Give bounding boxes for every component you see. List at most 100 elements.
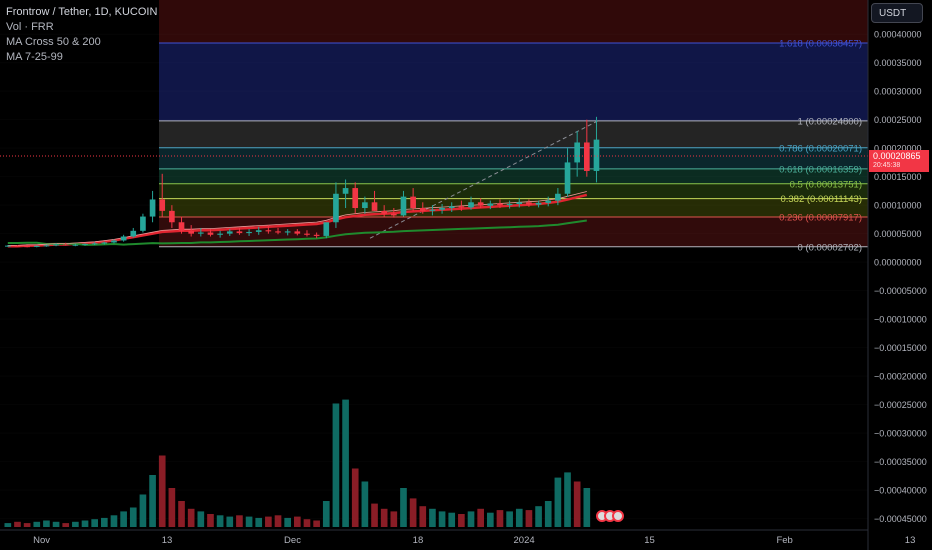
indicator-volume[interactable]: Vol · FRR [6, 20, 157, 35]
candle-body[interactable] [255, 230, 262, 232]
candle-body[interactable] [265, 230, 272, 232]
last-price: 0.00020865 [873, 151, 921, 161]
candle-body[interactable] [91, 243, 98, 245]
candle-body[interactable] [169, 210, 175, 223]
candle-body[interactable] [43, 245, 50, 247]
candle-body[interactable] [545, 200, 552, 203]
volume-bar [544, 501, 552, 527]
candle-body[interactable] [246, 231, 252, 234]
volume-bar [226, 516, 234, 527]
candle-body[interactable] [487, 203, 494, 206]
candle-body[interactable] [53, 244, 59, 246]
candle-body[interactable] [140, 216, 146, 231]
candle-body[interactable] [468, 202, 474, 208]
candle-body[interactable] [458, 206, 465, 208]
candle-body[interactable] [120, 236, 127, 241]
volume-bar [81, 520, 89, 527]
candle-body[interactable] [555, 193, 561, 201]
candle-body[interactable] [593, 139, 600, 171]
time-tick-label: 15 [644, 535, 655, 546]
candle-body[interactable] [323, 222, 330, 236]
candle-body[interactable] [313, 234, 320, 236]
volume-bar [139, 494, 147, 527]
price-tick-label: 0.00000000 [874, 258, 922, 268]
candle-body[interactable] [111, 240, 117, 243]
candle-body[interactable] [506, 204, 513, 206]
candle-body[interactable] [198, 232, 204, 234]
candle-body[interactable] [207, 232, 214, 235]
fib-label-0.236: 0.236 (0.00007917) [779, 213, 862, 224]
candle-body[interactable] [130, 230, 137, 237]
candle-body[interactable] [188, 230, 194, 234]
candle-body[interactable] [352, 188, 359, 209]
candle-body[interactable] [516, 202, 523, 205]
candle-body[interactable] [574, 142, 580, 163]
candle-body[interactable] [159, 199, 166, 211]
candle-body[interactable] [226, 231, 233, 234]
candle-body[interactable] [236, 231, 243, 234]
price-scale[interactable]: 0.00040000 0.00035000 0.00030000 0.00025000… [874, 30, 927, 524]
time-axis[interactable]: 16Nov13Dec18202415Feb13Mar18 [0, 535, 932, 546]
time-tick-label: 13 [905, 535, 916, 546]
price-tick-label: −0.00030000 [874, 429, 927, 439]
volume-bar [487, 512, 494, 527]
indicator-ma-cross[interactable]: MA Cross 50 & 200 [6, 35, 157, 50]
candle-body[interactable] [33, 245, 40, 247]
fib-zone-1 [159, 120, 868, 148]
indicator-ma-7-25-99[interactable]: MA 7-25-99 [6, 50, 157, 65]
chart-canvas[interactable]: 1.618 (0.00038457) 1 (0.00024800) 0.786 (0… [0, 0, 932, 550]
volume-bar [168, 488, 176, 527]
candle-body[interactable] [535, 202, 542, 205]
candle-body[interactable] [217, 233, 223, 235]
candle-body[interactable] [477, 202, 484, 206]
time-tick-label: 2024 [514, 535, 535, 546]
candle-body[interactable] [275, 231, 281, 233]
candle-body[interactable] [14, 245, 21, 247]
candle-body[interactable] [564, 162, 571, 194]
candle-body[interactable] [410, 196, 416, 209]
candle-body[interactable] [284, 231, 291, 233]
candle-body[interactable] [381, 210, 387, 214]
candle-body[interactable] [294, 231, 301, 234]
candle-body[interactable] [526, 202, 532, 205]
candle-body[interactable] [149, 199, 156, 217]
candle-body[interactable] [391, 213, 397, 216]
candle-body[interactable] [5, 245, 11, 247]
volume-bar [303, 519, 311, 527]
last-price-tag: 0.00020865 20:45:38 [869, 150, 929, 172]
candle-body[interactable] [362, 202, 368, 209]
volume-bar [120, 511, 127, 527]
time-tick-label: Nov [33, 535, 50, 546]
candle-body[interactable] [333, 193, 339, 223]
volume-bar [419, 506, 427, 527]
candle-body[interactable] [304, 233, 310, 235]
candle-body[interactable] [439, 208, 445, 210]
candle-body[interactable] [24, 246, 30, 248]
candle-body[interactable] [448, 206, 455, 209]
candle-body[interactable] [371, 202, 378, 211]
volume-bar [197, 511, 205, 527]
candle-body[interactable] [497, 203, 503, 206]
currency-button[interactable]: USDT [871, 3, 923, 23]
flag-icon[interactable] [612, 510, 624, 522]
fibonacci-retracement[interactable] [159, 0, 868, 248]
candle-body[interactable] [400, 196, 407, 216]
candle-body[interactable] [584, 142, 590, 171]
symbol-title[interactable]: Frontrow / Tether, 1D, KUCOIN [6, 5, 157, 20]
candle-body[interactable] [419, 208, 426, 211]
volume-bar [322, 501, 330, 527]
volume-bar [506, 511, 513, 527]
volume-bar [33, 521, 41, 527]
candle-body[interactable] [342, 188, 349, 194]
candle-body[interactable] [101, 242, 108, 244]
candle-body[interactable] [178, 222, 185, 231]
candle-body[interactable] [62, 244, 69, 246]
candle-body[interactable] [82, 243, 88, 245]
volume-bar [265, 516, 272, 527]
volume-bar [371, 503, 378, 527]
volume-bar [72, 521, 79, 527]
candle-body[interactable] [429, 209, 436, 211]
price-tick-label: −0.00040000 [874, 486, 927, 496]
fib-label-0.5: 0.5 (0.00013751) [790, 179, 862, 190]
candle-body[interactable] [72, 244, 79, 246]
